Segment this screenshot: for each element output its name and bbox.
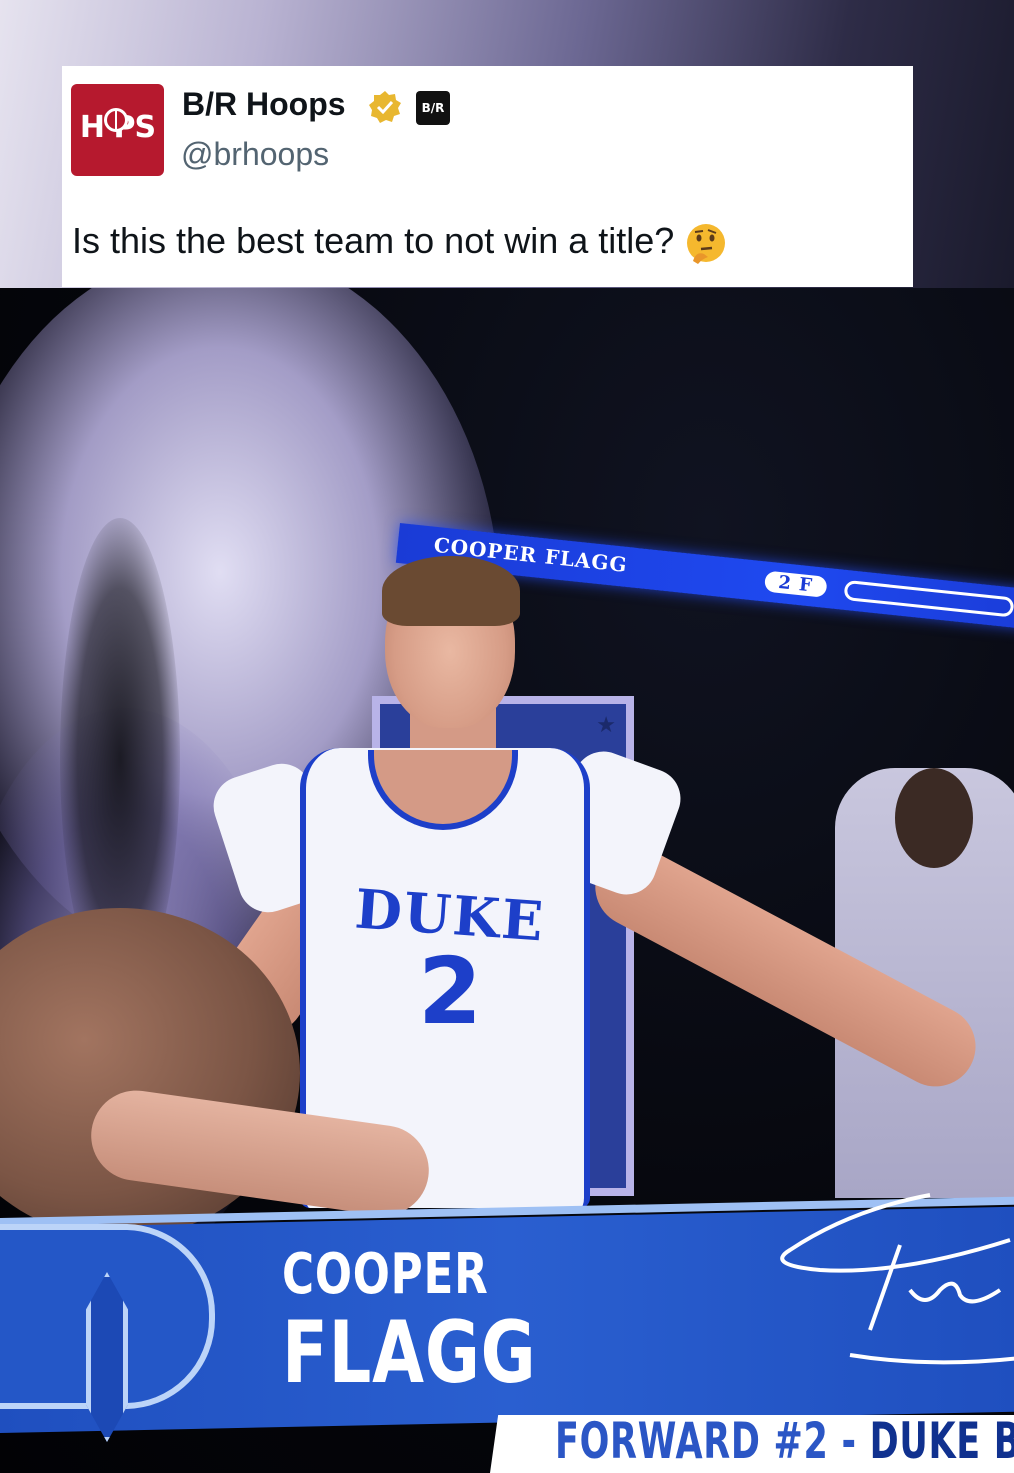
player-team: DUKE BL	[869, 1412, 1014, 1470]
avatar[interactable]: H PS	[71, 84, 164, 176]
account-handle[interactable]: @brhoops	[181, 136, 329, 173]
player-position: FORWARD #2 -	[555, 1412, 870, 1470]
star-icon: ★	[596, 712, 616, 737]
ribbon-logo-bar	[843, 579, 1014, 618]
thinking-face-icon	[687, 224, 726, 265]
ribbon-number-position: 2 F	[763, 570, 828, 598]
tweet-text: Is this the best team to not win a title…	[72, 220, 728, 265]
account-name[interactable]: B/R Hoops	[182, 86, 346, 123]
verified-badge-icon	[369, 91, 401, 123]
jersey-number: 2	[417, 938, 482, 1045]
teammate-head	[895, 768, 973, 868]
basketball-icon	[104, 108, 128, 132]
tweet-text-content: Is this the best team to not win a title…	[72, 220, 675, 261]
player-last-name: FLAGG	[282, 1303, 537, 1403]
lower-third-graphic: COOPER FLAGG FORWARD #2 - DUKE BL	[0, 1190, 1014, 1473]
player-hair	[382, 556, 520, 626]
duke-logo	[0, 1224, 215, 1442]
player-first-name: COOPER	[282, 1242, 489, 1307]
br-affiliate-badge: B/R	[416, 91, 450, 125]
player-position-line: FORWARD #2 - DUKE BL	[555, 1412, 1014, 1470]
tweet-card[interactable]: H PS B/R Hoops B/R @brhoops Is this the …	[62, 66, 913, 287]
player-signature-graphic	[780, 1193, 1014, 1365]
